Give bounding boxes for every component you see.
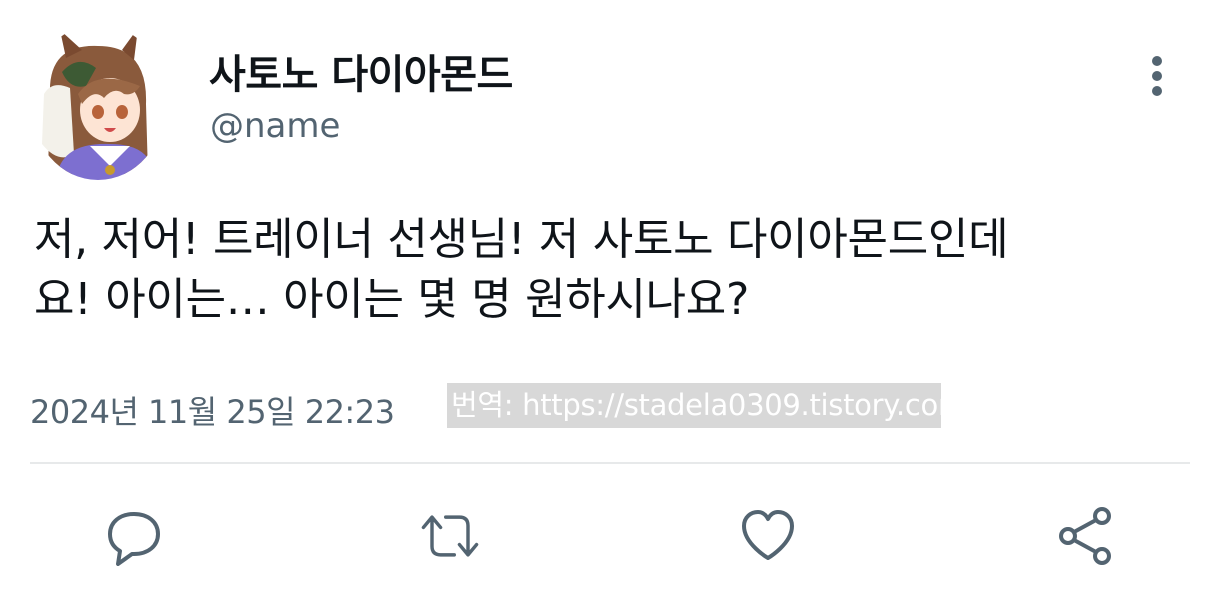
more-dot (1152, 56, 1162, 66)
tweet-text-line: 저, 저어! 트레이너 선생님! 저 사토노 다이아몬드인데 (34, 214, 1009, 265)
reply-icon (108, 512, 160, 566)
heart-icon (742, 510, 794, 560)
tweet-text-line: 요! 아이는… 아이는 몇 명 원하시나요? (34, 274, 750, 325)
reply-button[interactable] (104, 506, 164, 566)
share-button[interactable] (1056, 506, 1116, 566)
divider (30, 462, 1190, 464)
retweet-icon (421, 515, 479, 557)
more-options-icon[interactable] (1140, 52, 1174, 100)
tweet-text: 저, 저어! 트레이너 선생님! 저 사토노 다이아몬드인데 요! 아이는… 아… (34, 210, 1214, 330)
like-button[interactable] (738, 506, 798, 566)
user-handle[interactable]: @name (210, 106, 340, 146)
tweet-timestamp[interactable]: 2024년 11월 25일 22:23 (30, 387, 395, 433)
display-name[interactable]: 사토노 다이아몬드 (209, 42, 513, 100)
avatar-image (30, 24, 166, 180)
more-dot (1152, 71, 1162, 81)
translation-watermark: 번역: https://stadela0309.tistory.com (447, 383, 941, 428)
retweet-button[interactable] (420, 506, 480, 566)
more-dot (1152, 86, 1162, 96)
share-icon (1059, 507, 1111, 565)
avatar[interactable] (30, 24, 166, 180)
